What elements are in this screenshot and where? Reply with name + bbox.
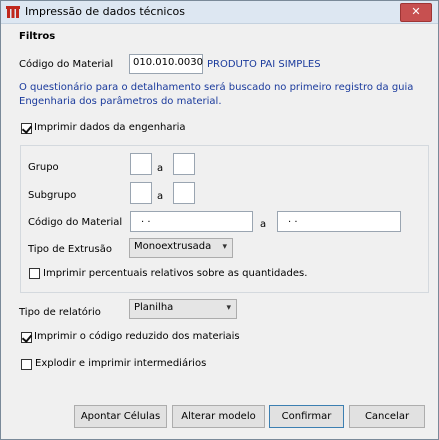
info-text-line1: O questionário para o detalhamento será … (19, 82, 414, 93)
subgroup-from-input[interactable] (130, 182, 152, 204)
window-title: Impressão de dados técnicos (25, 5, 185, 18)
material-code-label: Código do Material (19, 59, 114, 70)
reduced-code-label[interactable]: Imprimir o código reduzido dos materiais (34, 331, 240, 342)
confirm-button[interactable]: Confirmar (269, 405, 344, 428)
material-code-input[interactable]: 010.010.0030 (129, 54, 203, 74)
report-type-select[interactable]: Planilha ▾ (129, 299, 237, 319)
material-name: PRODUTO PAI SIMPLES (207, 59, 321, 70)
point-cells-button[interactable]: Apontar Células (74, 405, 167, 428)
print-engineering-checkbox[interactable] (21, 123, 32, 134)
percent-checkbox[interactable] (29, 268, 40, 279)
extrusion-type-select[interactable]: Monoextrusada ▾ (129, 238, 233, 258)
reduced-code-checkbox[interactable] (21, 332, 32, 343)
report-type-label: Tipo de relatório (19, 307, 101, 318)
material-range-label: Código do Material (28, 217, 123, 228)
group-label: Grupo (28, 162, 59, 173)
print-engineering-label[interactable]: Imprimir dados da engenharia (34, 122, 186, 133)
change-model-button[interactable]: Alterar modelo (172, 405, 265, 428)
group-from-input[interactable] (130, 153, 152, 175)
cancel-button[interactable]: Cancelar (349, 405, 425, 428)
title-bar[interactable]: Impressão de dados técnicos ✕ (1, 1, 438, 24)
subgroup-to-input[interactable] (173, 182, 195, 204)
close-icon: ✕ (411, 5, 421, 18)
chevron-down-icon: ▾ (226, 303, 231, 313)
extrusion-type-label: Tipo de Extrusão (28, 244, 112, 255)
explode-label[interactable]: Explodir e imprimir intermediários (35, 358, 206, 369)
explode-checkbox[interactable] (21, 359, 32, 370)
subgroup-range-separator: a (157, 191, 164, 202)
dialog-window: Impressão de dados técnicos ✕ Filtros Có… (0, 0, 439, 440)
material-from-input[interactable]: . . (130, 211, 253, 232)
chevron-down-icon: ▾ (222, 242, 227, 252)
info-text-line2: Engenharia dos parâmetros do material. (19, 96, 222, 107)
group-range-separator: a (157, 163, 164, 174)
extrusion-type-value: Monoextrusada (134, 241, 212, 252)
material-to-input[interactable]: . . (277, 211, 401, 232)
material-range-separator: a (260, 219, 267, 230)
subgroup-label: Subgrupo (28, 190, 77, 201)
group-to-input[interactable] (173, 153, 195, 175)
filters-section-title: Filtros (19, 31, 56, 42)
close-button[interactable]: ✕ (400, 3, 432, 22)
app-logo-icon (6, 6, 20, 18)
percent-label[interactable]: Imprimir percentuais relativos sobre as … (43, 268, 307, 279)
report-type-value: Planilha (134, 302, 174, 313)
